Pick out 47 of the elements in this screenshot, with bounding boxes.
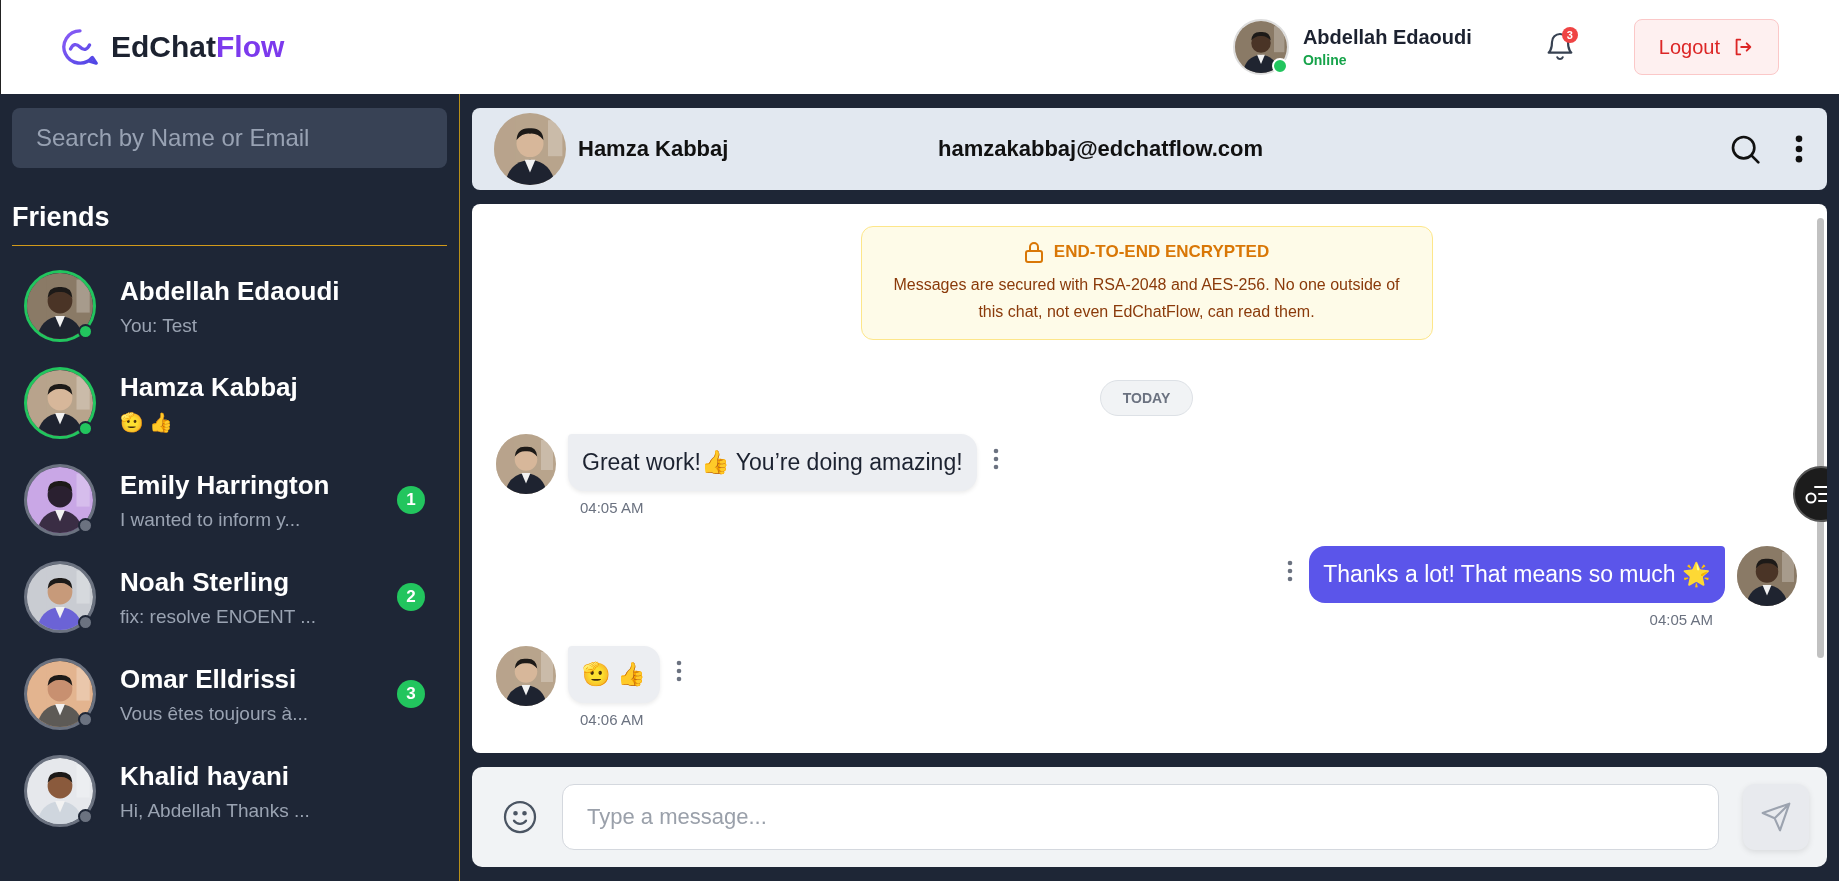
notice-text: Messages are secured with RSA-2048 and AES-256. No one outside of this chat, not even EdChatFlow, can read them. (892, 275, 1401, 322)
more-icon[interactable] (1287, 560, 1294, 582)
friend-name[interactable]: Abdellah Edaoudi (120, 275, 435, 307)
message-bubble: Great work!👍 You’re doing amazing! (568, 434, 977, 491)
message-bubble: Thanks a lot! That means so much 🌟 (1309, 546, 1725, 603)
message-preview: I wanted to inform y... (120, 508, 302, 531)
message-preview: Hi, Abdellah Thanks ... (120, 799, 311, 822)
message-time: 04:06 AM (579, 711, 645, 728)
contact-email: hamzakabbaj@edchatflow.com (938, 136, 1264, 162)
friend-name[interactable]: Emily Harrington (120, 469, 373, 501)
logo-icon (61, 28, 99, 66)
friend-name[interactable]: Omar Elldrissi (120, 663, 373, 695)
message-preview: fix: resolve ENOENT ... (120, 605, 318, 628)
smiley-icon (502, 799, 538, 835)
user-name: Abdellah Edaoudi (1302, 26, 1472, 49)
friend-name[interactable]: Hamza Kabbaj (120, 372, 435, 403)
message-bubble: 🫡 👍 (568, 646, 661, 703)
more-icon[interactable] (676, 660, 683, 682)
unread-count: 2 (397, 583, 425, 611)
more-icon[interactable] (992, 448, 999, 470)
search-field[interactable]: Search by Name or Email (12, 108, 447, 168)
message-time: 04:05 AM (1648, 611, 1714, 628)
more-icon (1795, 135, 1803, 163)
date-divider: TODAY (1099, 380, 1194, 416)
message-input[interactable]: Type a message... (562, 784, 1719, 850)
message-preview: Vous êtes toujours à... (120, 702, 309, 725)
friend-name[interactable]: Khalid hayani (120, 760, 435, 792)
message-time: 04:05 AM (579, 499, 645, 516)
friends-heading: Friends (12, 202, 447, 246)
search-icon (1729, 133, 1761, 165)
notification-count: 3 (1561, 27, 1578, 43)
emoji-button[interactable] (502, 799, 538, 835)
message-preview: 🫡 👍 (120, 411, 175, 434)
user-status: Online (1302, 52, 1348, 68)
logout-button[interactable]: Logout (1633, 19, 1779, 75)
lock-icon (1023, 241, 1044, 263)
unread-count: 3 (397, 680, 425, 708)
list-icon (1805, 483, 1827, 505)
message-preview: You: Test (120, 314, 199, 337)
notice-title: END-TO-END ENCRYPTED (1053, 242, 1270, 262)
notifications-button[interactable]: 3 (1539, 27, 1580, 67)
unread-count: 1 (397, 486, 425, 514)
send-icon (1760, 801, 1792, 833)
more-button[interactable] (1795, 135, 1803, 163)
friend-name[interactable]: Noah Sterling (120, 566, 373, 598)
logo-text: EdChatFlow (111, 30, 285, 64)
contact-name: Hamza Kabbaj (578, 136, 730, 162)
